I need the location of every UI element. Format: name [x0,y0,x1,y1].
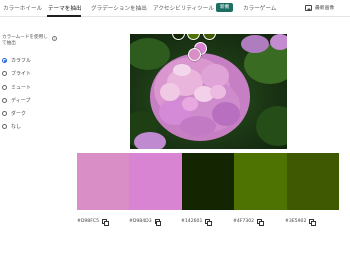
tab-color-game[interactable]: カラーゲーム [243,4,276,12]
swatch-2[interactable] [129,153,182,210]
mode-option-muted[interactable]: ミュート [2,84,31,91]
radio-button[interactable] [2,124,7,129]
radio-button[interactable] [2,85,7,90]
hex-value: #D984D3 [129,219,152,224]
copy-icon[interactable] [102,219,109,226]
swatch-1[interactable] [77,153,130,210]
hex-code-5: #3E5902 [285,219,316,226]
copy-icon[interactable] [205,219,212,226]
swatch-5[interactable] [286,153,340,210]
mode-label: カラフル [11,58,32,64]
swatch-4[interactable] [234,153,287,210]
mode-option-deep[interactable]: ディープ [2,97,30,104]
copy-icon[interactable] [309,219,316,226]
radio-button[interactable] [2,98,7,103]
swatch-3[interactable] [181,153,235,210]
hex-code-3: #142601 [181,219,212,226]
mode-label: ミュート [11,85,32,91]
tab-extract-gradient[interactable]: グラデーションを抽出 [91,4,147,12]
radio-button[interactable] [2,111,7,116]
mood-description: カラームードを使用して抽出 [2,35,48,46]
hydrangea-photo [130,34,287,149]
mode-label: ブライト [11,71,32,77]
mode-option-dark[interactable]: ダーク [2,110,26,117]
radio-button[interactable] [2,58,7,63]
mode-option-colorful[interactable]: カラフル [2,57,31,64]
hex-code-1: #D98FC5 [77,219,109,226]
hex-code-4: #4F7302 [233,219,264,226]
hex-value: #142601 [181,219,203,224]
tab-accessibility-tools[interactable]: アクセシビリティツール [153,4,214,12]
image-upload-icon [305,4,312,11]
copy-icon[interactable] [154,219,162,226]
copy-icon[interactable] [257,219,264,226]
info-icon[interactable]: i [52,36,57,41]
hex-value: #D98FC5 [77,219,100,224]
hex-value: #3E5902 [285,219,307,224]
top-nav: カラーホイール テーマを抽出 グラデーションを抽出 アクセシビリティツール 新機… [0,0,350,17]
hex-code-2: #D984D3 [129,219,162,226]
active-tab-indicator [47,15,81,17]
tab-extract-theme[interactable]: テーマを抽出 [48,4,82,12]
new-badge: 新機 [216,3,233,12]
hex-value: #4F7302 [233,219,255,224]
mode-option-none[interactable]: なし [2,123,21,130]
mode-option-bright[interactable]: ブライト [2,70,31,77]
mode-label: なし [11,124,22,130]
tab-color-wheel[interactable]: カラーホイール [3,4,42,12]
color-marker-1[interactable] [188,48,201,61]
upload-image-button[interactable]: 最新画像 [305,4,334,11]
radio-button[interactable] [2,71,7,76]
source-image [130,34,287,149]
upload-image-label: 最新画像 [315,6,335,11]
mode-label: ダーク [11,111,27,117]
mode-label: ディープ [11,98,31,104]
palette-swatches [77,153,340,210]
